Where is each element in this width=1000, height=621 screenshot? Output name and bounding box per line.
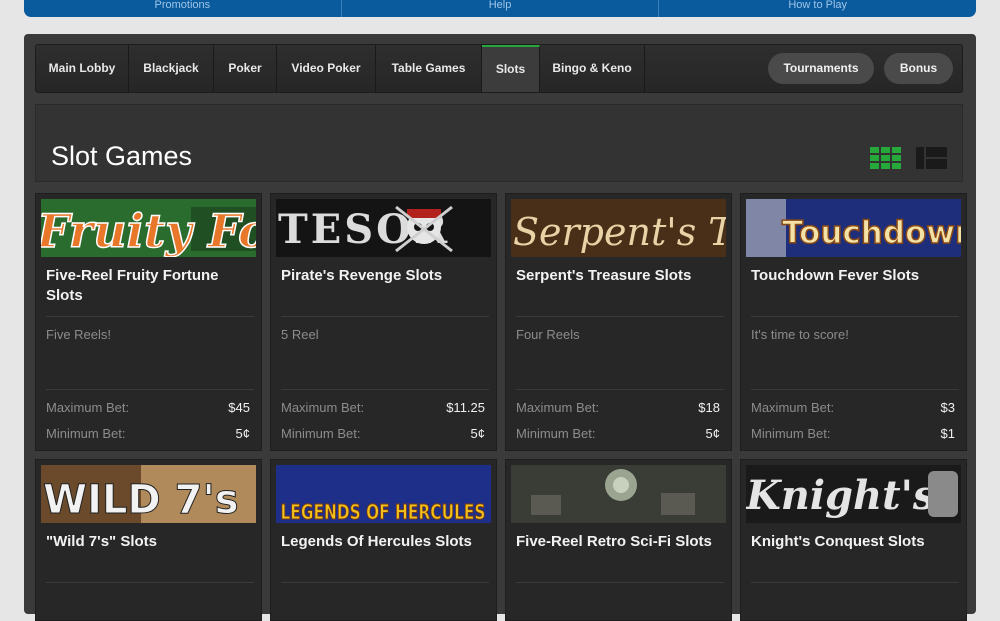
divider xyxy=(281,389,489,390)
game-card[interactable]: TESOR Pirate's Revenge Slots 5 Reel Maxi… xyxy=(270,193,497,451)
min-bet-row: Minimum Bet: 5¢ xyxy=(281,426,485,441)
min-bet-row: Minimum Bet: 5¢ xyxy=(516,426,720,441)
tab-blackjack[interactable]: Blackjack xyxy=(129,45,214,92)
banner-text: WILD 7's xyxy=(43,477,239,523)
game-description: It's time to score! xyxy=(751,327,849,342)
max-bet-value: $18 xyxy=(698,400,720,415)
tab-table-games[interactable]: Table Games xyxy=(376,45,482,92)
game-thumbnail: Knight's xyxy=(746,465,961,523)
section-header: Slot Games xyxy=(35,104,963,182)
lobby-panel: Main Lobby Blackjack Poker Video Poker T… xyxy=(24,34,976,621)
page-title: Slot Games xyxy=(51,141,193,171)
game-title: Five-Reel Fruity Fortune Slots xyxy=(46,267,219,304)
max-bet-label: Maximum Bet: xyxy=(751,400,835,415)
grid-view-icon[interactable] xyxy=(870,147,902,174)
max-bet-label: Maximum Bet: xyxy=(46,400,130,415)
nav-how-to-play[interactable]: How to Play xyxy=(659,0,976,17)
nav-help[interactable]: Help xyxy=(342,0,660,17)
min-bet-label: Minimum Bet: xyxy=(516,426,596,441)
divider xyxy=(751,389,959,390)
divider xyxy=(46,389,254,390)
game-title: Five-Reel Retro Sci-Fi Slots xyxy=(516,533,712,550)
game-card[interactable]: Fruity Fo Five-Reel Fruity Fortune Slots… xyxy=(35,193,262,451)
game-card[interactable]: LEGENDS OF HERCULES Legends Of Hercules … xyxy=(270,459,497,621)
max-bet-value: $3 xyxy=(940,400,955,415)
category-tabbar: Main Lobby Blackjack Poker Video Poker T… xyxy=(35,44,963,93)
banner-text: Touchdown xyxy=(782,215,961,251)
min-bet-label: Minimum Bet: xyxy=(46,426,126,441)
divider xyxy=(46,582,254,583)
max-bet-row: Maximum Bet: $18 xyxy=(516,400,720,415)
tab-video-poker[interactable]: Video Poker xyxy=(277,45,376,92)
min-bet-row: Minimum Bet: 5¢ xyxy=(46,426,250,441)
min-bet-label: Minimum Bet: xyxy=(751,426,831,441)
game-thumbnail: LEGENDS OF HERCULES xyxy=(276,465,491,523)
game-title: Serpent's Treasure Slots xyxy=(516,267,692,284)
banner-text: Serpent's TR xyxy=(513,210,726,254)
divider xyxy=(516,316,724,317)
game-title: Legends Of Hercules Slots xyxy=(281,533,472,550)
game-description: Five Reels! xyxy=(46,327,112,342)
divider xyxy=(751,316,959,317)
min-bet-row: Minimum Bet: $1 xyxy=(751,426,955,441)
tab-main-lobby[interactable]: Main Lobby xyxy=(36,45,129,92)
game-card[interactable]: Touchdown Touchdown Fever Slots It's tim… xyxy=(740,193,967,451)
game-description: 5 Reel xyxy=(281,327,319,342)
game-thumbnail xyxy=(511,465,726,523)
divider xyxy=(281,582,489,583)
tab-bingo-keno[interactable]: Bingo & Keno xyxy=(540,45,645,92)
min-bet-value: $1 xyxy=(940,426,955,441)
game-title: Knight's Conquest Slots xyxy=(751,533,925,550)
max-bet-label: Maximum Bet: xyxy=(281,400,365,415)
max-bet-row: Maximum Bet: $11.25 xyxy=(281,400,485,415)
list-view-icon[interactable] xyxy=(916,147,948,174)
max-bet-label: Maximum Bet: xyxy=(516,400,600,415)
divider xyxy=(281,316,489,317)
min-bet-value: 5¢ xyxy=(235,426,250,441)
bonus-button[interactable]: Bonus xyxy=(884,53,953,84)
divider xyxy=(516,389,724,390)
divider xyxy=(46,316,254,317)
game-thumbnail: Touchdown xyxy=(746,199,961,257)
game-thumbnail: Serpent's TR xyxy=(511,199,726,257)
banner-text: Fruity Fo xyxy=(41,204,256,257)
game-thumbnail: TESOR xyxy=(276,199,491,257)
game-thumbnail: Fruity Fo xyxy=(41,199,256,257)
game-card[interactable]: Knight's Knight's Conquest Slots xyxy=(740,459,967,621)
divider xyxy=(516,582,724,583)
max-bet-value: $45 xyxy=(228,400,250,415)
game-card[interactable]: WILD 7's "Wild 7's" Slots xyxy=(35,459,262,621)
game-thumbnail: WILD 7's xyxy=(41,465,256,523)
banner-text: LEGENDS OF HERCULES xyxy=(281,500,486,523)
max-bet-value: $11.25 xyxy=(446,400,485,415)
tab-poker[interactable]: Poker xyxy=(214,45,277,92)
game-title: "Wild 7's" Slots xyxy=(46,533,158,550)
max-bet-row: Maximum Bet: $3 xyxy=(751,400,955,415)
game-card[interactable]: Serpent's TR Serpent's Treasure Slots Fo… xyxy=(505,193,732,451)
divider xyxy=(751,582,959,583)
min-bet-value: 5¢ xyxy=(470,426,485,441)
min-bet-label: Minimum Bet: xyxy=(281,426,361,441)
top-nav: Promotions Help How to Play xyxy=(24,0,976,17)
tab-slots[interactable]: Slots xyxy=(482,45,540,92)
min-bet-value: 5¢ xyxy=(705,426,720,441)
banner-text: Knight's xyxy=(746,472,935,519)
game-title: Touchdown Fever Slots xyxy=(751,267,920,284)
max-bet-row: Maximum Bet: $45 xyxy=(46,400,250,415)
game-description: Four Reels xyxy=(516,327,580,342)
game-card[interactable]: Five-Reel Retro Sci-Fi Slots xyxy=(505,459,732,621)
tournaments-button[interactable]: Tournaments xyxy=(768,53,874,84)
game-title: Pirate's Revenge Slots xyxy=(281,267,443,284)
nav-promotions[interactable]: Promotions xyxy=(24,0,342,17)
